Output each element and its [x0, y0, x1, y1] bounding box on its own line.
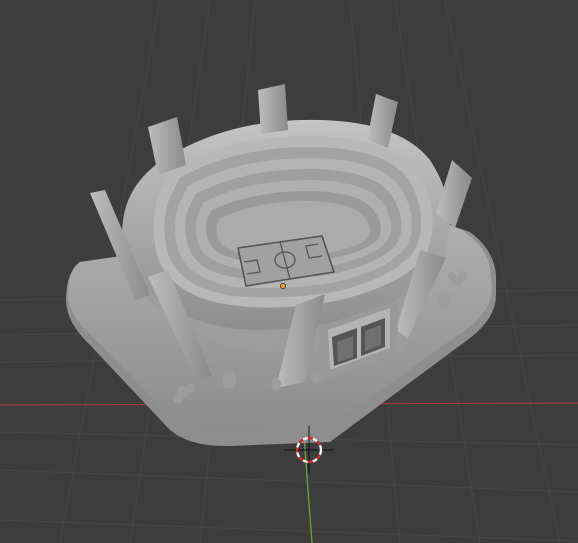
object-origin[interactable] — [280, 283, 286, 289]
stadium-stands — [153, 135, 433, 308]
3d-viewport[interactable] — [0, 0, 578, 543]
stadium-model[interactable] — [66, 84, 496, 447]
